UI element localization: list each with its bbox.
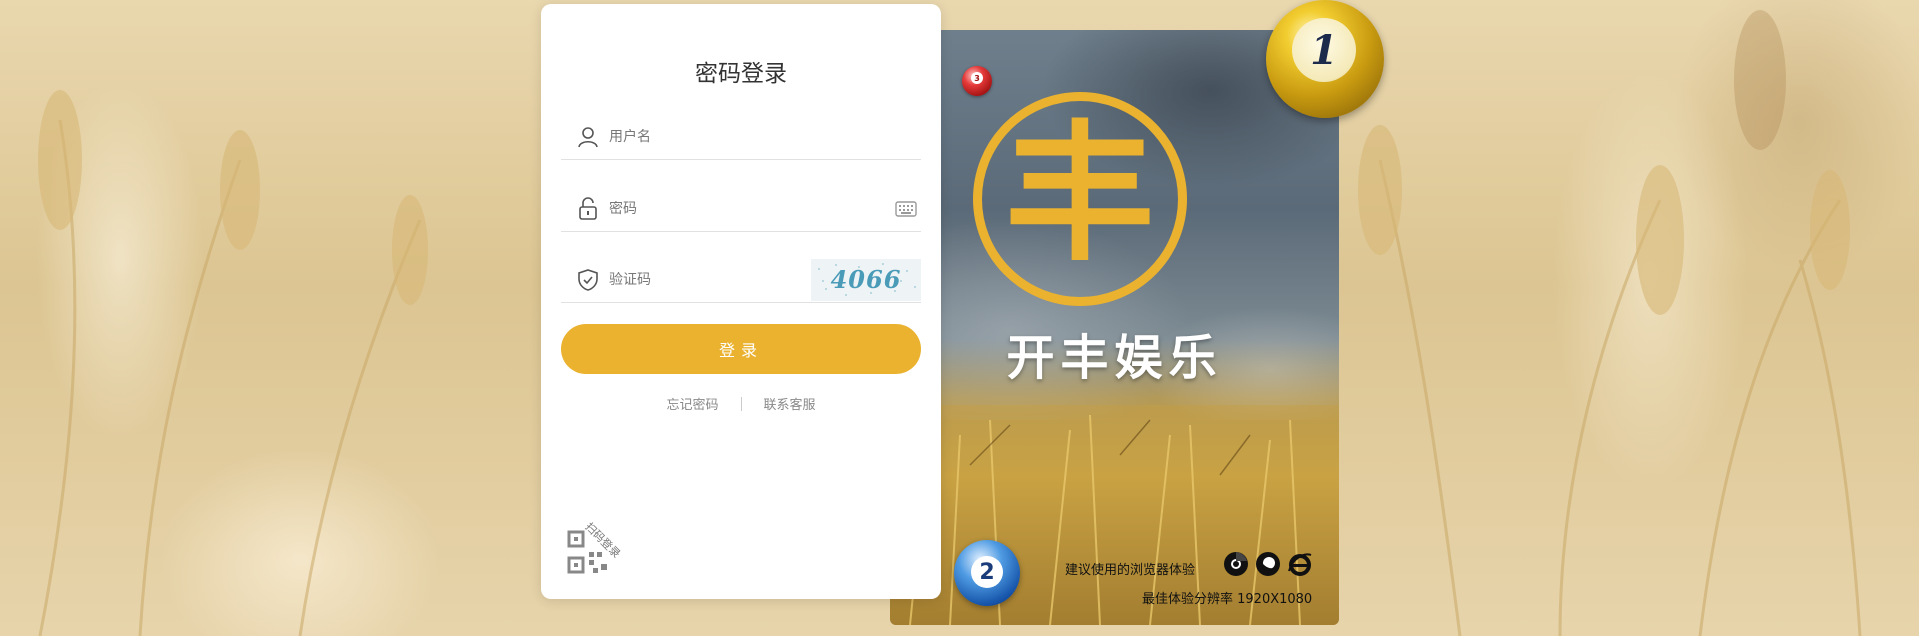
promo-panel: 丰 开丰娱乐 建议使用的浏览器体验 最佳体验分辨率 1920X1080 bbox=[890, 30, 1339, 625]
keyboard-icon[interactable] bbox=[895, 200, 917, 217]
brand-logo: 丰 bbox=[973, 92, 1187, 306]
gold-ball-decoration: 1 bbox=[1266, 0, 1384, 118]
chrome-icon bbox=[1223, 551, 1249, 577]
red-ball-decoration: 3 bbox=[962, 66, 992, 96]
lock-icon bbox=[575, 196, 601, 222]
captcha-field: 4066 bbox=[561, 257, 921, 303]
brand-name: 开丰娱乐 bbox=[1006, 330, 1223, 386]
username-field bbox=[561, 114, 921, 160]
login-title: 密码登录 bbox=[695, 61, 787, 87]
contact-support-link[interactable]: 联系客服 bbox=[764, 394, 816, 413]
blue-ball-number: 2 bbox=[971, 556, 1003, 588]
password-input[interactable] bbox=[609, 200, 895, 217]
link-separator bbox=[740, 396, 742, 411]
login-card: 密码登录 4066 登录 bbox=[541, 4, 941, 599]
red-ball-number: 3 bbox=[971, 72, 983, 84]
forgot-password-link[interactable]: 忘记密码 bbox=[666, 394, 718, 413]
login-button[interactable]: 登录 bbox=[561, 324, 921, 374]
firefox-icon bbox=[1255, 551, 1281, 577]
ie-icon bbox=[1287, 551, 1313, 577]
browser-icons bbox=[1223, 551, 1313, 577]
captcha-input[interactable] bbox=[609, 271, 811, 288]
brand-logo-char: 丰 bbox=[1004, 108, 1155, 282]
resolution-tip: 最佳体验分辨率 1920X1080 bbox=[1142, 592, 1313, 607]
password-field bbox=[561, 186, 921, 232]
gold-ball-number: 1 bbox=[1292, 18, 1356, 82]
shield-check-icon bbox=[575, 267, 601, 293]
username-input[interactable] bbox=[609, 128, 921, 145]
blue-ball-decoration: 2 bbox=[954, 540, 1020, 606]
qr-login-button[interactable]: 扫码登录 bbox=[567, 520, 623, 576]
captcha-image[interactable]: 4066 bbox=[811, 258, 921, 301]
user-icon bbox=[575, 124, 601, 150]
captcha-code: 4066 bbox=[830, 265, 902, 294]
login-links: 忘记密码 联系客服 bbox=[541, 394, 941, 413]
browser-tip: 建议使用的浏览器体验 bbox=[1065, 563, 1196, 578]
